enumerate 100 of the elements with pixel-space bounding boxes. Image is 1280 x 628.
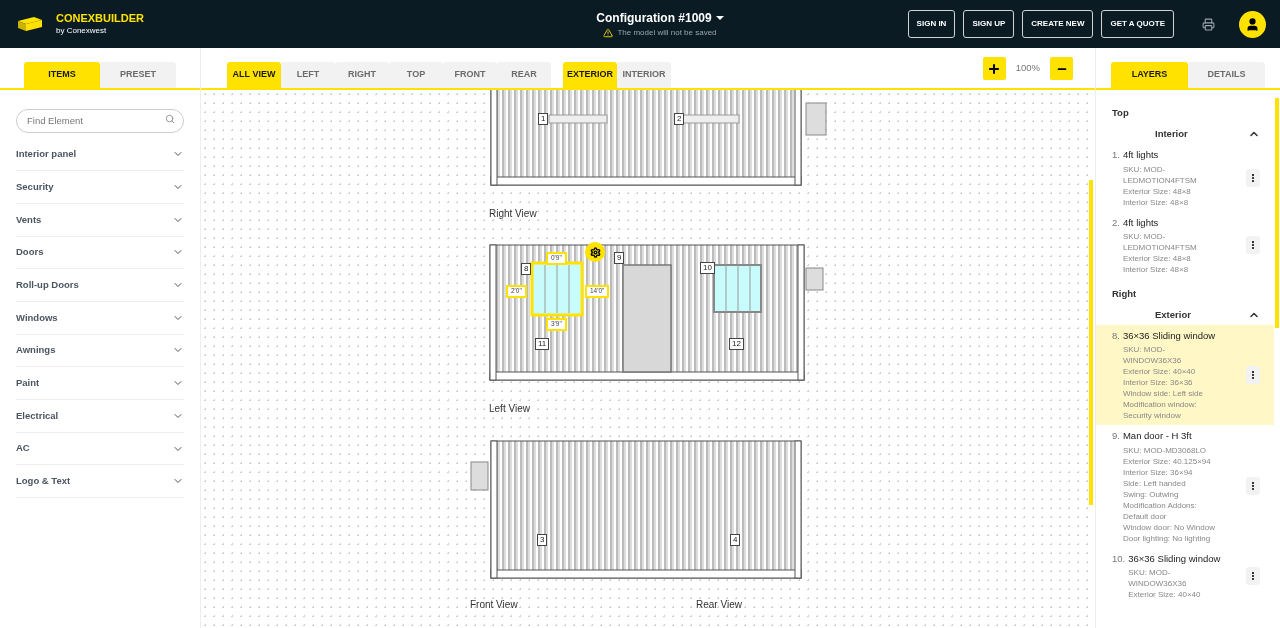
item-number: 10. <box>1112 551 1126 566</box>
layer-item[interactable]: 10. 36×36 Sliding window SKU: MOD- WINDOW36X36 Exterior Size: 40×40 <box>1096 547 1274 604</box>
item-marker[interactable]: 1 <box>538 113 549 125</box>
item-number: 1. <box>1112 148 1120 163</box>
category-accordion[interactable]: Electrical <box>16 400 184 433</box>
item-marker[interactable]: 12 <box>729 338 744 350</box>
tab[interactable]: DETAILS <box>1188 62 1265 88</box>
item-marker[interactable]: 3 <box>537 534 548 546</box>
more-button[interactable] <box>1246 477 1260 496</box>
item-detail: WINDOW36X36 <box>1122 355 1183 367</box>
item-detail: Interior Size: 48×8 <box>1122 263 1190 275</box>
category-accordion[interactable]: Vents <box>16 203 184 237</box>
item-detail: Modification Addons: <box>1122 499 1198 511</box>
tab[interactable]: FRONT <box>443 62 497 88</box>
caret-icon <box>715 16 724 20</box>
side-unit-drawing <box>470 461 489 491</box>
header-button[interactable]: SIGN IN <box>907 10 956 38</box>
category-accordion[interactable]: Paint <box>16 367 184 400</box>
zoom-in-button[interactable] <box>982 57 1006 80</box>
category-accordion[interactable]: Windows <box>16 301 184 335</box>
zoom-out-button[interactable] <box>1050 57 1073 80</box>
item-detail: SKU: MOD- <box>1122 344 1167 356</box>
scrollbar-thumb[interactable] <box>1275 98 1279 328</box>
layer-item[interactable]: 2. 4ft lights SKU: MOD- LEDMOTION4FTSM Exterior Size: 48×8 Interior Size: 48×8 <box>1096 211 1274 279</box>
vent-drawing <box>548 114 608 124</box>
configuration-dropdown[interactable]: Configuration #1009 <box>596 9 724 27</box>
item-detail: Window door: No Window <box>1122 521 1215 533</box>
tab[interactable]: INTERIOR <box>617 62 671 88</box>
item-detail: Window side: Left side <box>1122 388 1204 400</box>
warning-icon <box>603 28 614 38</box>
scrollbar-thumb[interactable] <box>1089 180 1093 505</box>
section-toggle[interactable]: Exterior <box>1096 305 1274 325</box>
item-marker[interactable]: 9 <box>614 252 625 264</box>
category-accordion[interactable]: Awnings <box>16 334 184 368</box>
item-marker[interactable]: 2 <box>674 113 685 125</box>
layer-item[interactable]: 1. 4ft lights SKU: MOD- LEDMOTION4FTSM Exterior Size: 48×8 Interior Size: 48×8 <box>1096 144 1274 212</box>
tab[interactable]: LAYERS <box>1111 62 1188 88</box>
category-accordion[interactable]: Security <box>16 171 184 204</box>
gear-button[interactable] <box>585 242 605 262</box>
item-name: Man door - H 3ft <box>1122 429 1193 444</box>
window-drawing <box>713 264 762 313</box>
view-heading: Top <box>1111 106 1130 120</box>
item-detail: Exterior Size: 40×40 <box>1122 366 1197 378</box>
item-marker[interactable]: 8 <box>521 263 532 275</box>
print-icon[interactable] <box>1202 17 1215 31</box>
header-button[interactable]: CREATE NEW <box>1022 10 1094 38</box>
brand-subtitle: by Conexwest <box>56 25 108 36</box>
category-accordion[interactable]: Interior panel <box>16 138 184 172</box>
item-detail: SKU: MOD- <box>1122 163 1167 175</box>
item-marker[interactable]: 11 <box>535 338 550 350</box>
layer-item[interactable]: 8. 36×36 Sliding window SKU: MOD- WINDOW36X36 Exterior Size: 40×40 Interior Size: 36×36 Window side: Left side Modification window: Security window <box>1096 325 1274 426</box>
item-detail: Door lighting: No lighting <box>1122 532 1212 544</box>
tab[interactable]: RIGHT <box>335 62 389 88</box>
category-accordion[interactable]: Roll-up Doors <box>16 269 184 302</box>
category-accordion[interactable]: Doors <box>16 236 184 270</box>
view-label: Rear View <box>696 598 742 612</box>
item-detail: SKU: MOD- <box>1128 566 1172 578</box>
item-detail: LEDMOTION4FTSM <box>1122 241 1197 253</box>
container-logo-icon <box>16 15 44 33</box>
side-unit-drawing <box>805 102 827 136</box>
view-label: Right View <box>489 207 537 221</box>
section-toggle[interactable]: Interior <box>1096 124 1274 145</box>
tab[interactable]: LEFT <box>281 62 335 88</box>
zoom-level: 100% <box>1015 61 1040 76</box>
item-name: 4ft lights <box>1122 215 1160 230</box>
search-icon <box>165 114 175 124</box>
category-accordion[interactable]: Logo & Text <box>16 465 184 499</box>
item-detail: SKU: MOD-MD3068LO <box>1122 444 1208 456</box>
item-detail: Exterior Size: 48×8 <box>1122 252 1192 264</box>
item-name: 36×36 Sliding window <box>1122 329 1216 343</box>
item-detail: Security window <box>1122 410 1182 422</box>
view-label: Left View <box>489 402 530 416</box>
item-name: 4ft lights <box>1122 148 1160 163</box>
avatar[interactable] <box>1239 10 1266 38</box>
tab[interactable]: PRESET <box>100 62 176 88</box>
side-unit-drawing <box>805 267 824 291</box>
view-label: Front View <box>470 598 518 612</box>
tab[interactable]: EXTERIOR <box>563 62 617 88</box>
more-button[interactable] <box>1246 236 1260 255</box>
category-accordion[interactable]: AC <box>16 432 184 466</box>
item-number: 2. <box>1112 215 1120 230</box>
more-button[interactable] <box>1246 168 1260 187</box>
header-button[interactable]: SIGN UP <box>963 10 1015 38</box>
tab[interactable]: TOP <box>389 62 443 88</box>
more-button[interactable] <box>1246 366 1260 385</box>
tab[interactable]: ITEMS <box>24 62 100 88</box>
tab[interactable]: ALL VIEW <box>227 62 281 88</box>
item-detail: Exterior Size: 48×8 <box>1122 185 1192 197</box>
item-number: 8. <box>1112 329 1120 343</box>
search-field[interactable]: Find Element <box>16 108 184 133</box>
item-marker[interactable]: 10 <box>700 262 715 274</box>
view-heading: Right <box>1111 286 1138 301</box>
header-button[interactable]: GET A QUOTE <box>1101 10 1174 38</box>
settings-icon <box>589 246 601 258</box>
more-button[interactable] <box>1246 566 1260 585</box>
item-marker[interactable]: 4 <box>730 534 741 546</box>
item-detail: Side: Left handed <box>1122 477 1187 489</box>
item-detail: Default door <box>1122 510 1168 522</box>
layer-item[interactable]: 9. Man door - H 3ft SKU: MOD-MD3068LO Exterior Size: 40.125×94 Interior Size: 36×94 Side: Left handed Swing: Outwing Modification Addons: Default door Window door: No Window Door lighting: No lighting <box>1096 425 1274 548</box>
tab[interactable]: REAR <box>497 62 551 88</box>
